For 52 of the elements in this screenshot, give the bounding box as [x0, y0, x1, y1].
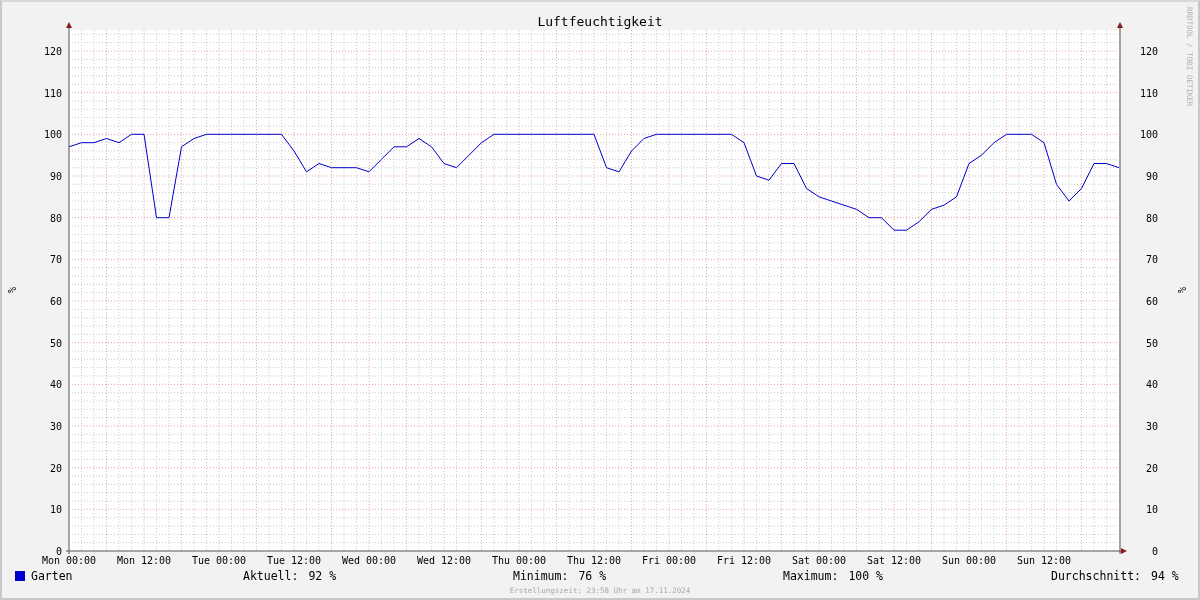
stat-value: 94 %: [1151, 568, 1179, 583]
axis-label: Fri 12:00: [716, 555, 772, 566]
stat-value: 76 %: [578, 568, 607, 583]
stat-value: 92 %: [308, 568, 337, 583]
stat-label: Maximum:: [783, 568, 839, 583]
axis-label: 90: [1145, 170, 1158, 182]
axis-label: 40: [1145, 379, 1158, 391]
stat-label: Minimum:: [513, 568, 569, 583]
axis-label: Mon 00:00: [41, 555, 97, 566]
axis-label: 110: [43, 87, 62, 99]
axis-label: 20: [49, 462, 62, 474]
axis-label: Sat 12:00: [866, 555, 922, 566]
axis-label: Wed 12:00: [416, 555, 472, 566]
axis-label: Fri 00:00: [641, 555, 697, 566]
axis-label: Tue 12:00: [266, 555, 322, 566]
stat-label: Durchschnitt:: [1051, 568, 1141, 583]
axis-label: Thu 00:00: [491, 555, 547, 566]
axis-label: 70: [49, 254, 62, 266]
axis-label: 30: [1145, 420, 1158, 432]
axis-label: 120: [1139, 45, 1158, 57]
axis-label: 50: [1145, 337, 1158, 349]
axis-label: 100: [1139, 129, 1158, 141]
stat-value: 100 %: [848, 568, 883, 583]
axis-label: Wed 00:00: [341, 555, 397, 566]
axis-label: Tue 00:00: [191, 555, 247, 566]
axis-label: 120: [43, 46, 62, 57]
axis-label: 30: [49, 421, 62, 432]
chart-title: Luftfeuchtigkeit: [537, 14, 663, 29]
stat-label: Aktuell:: [243, 568, 299, 583]
axis-label: 80: [1145, 212, 1158, 224]
axis-label: Mon 12:00: [116, 555, 172, 566]
axis-label: 110: [1139, 87, 1158, 99]
axis-label: 10: [1145, 504, 1158, 516]
axis-label: 40: [49, 379, 62, 391]
axis-label: Thu 12:00: [566, 555, 622, 566]
axis-label: 60: [1145, 295, 1158, 307]
axis-label: 90: [49, 171, 62, 182]
axis-title: %: [1176, 287, 1187, 293]
axis-label: 100: [43, 129, 62, 141]
axis-title: %: [6, 287, 17, 293]
axis-label: 20: [1145, 462, 1158, 474]
axis-label: 80: [49, 212, 62, 224]
axis-label: 50: [49, 337, 62, 349]
axis-label: Sat 00:00: [791, 555, 847, 566]
axis-label: Sun 12:00: [1016, 555, 1072, 566]
legend-label: Garten: [31, 568, 73, 583]
axis-label: 10: [49, 504, 62, 516]
axis-label: 70: [1145, 254, 1158, 266]
axis-label: 0: [1151, 546, 1158, 557]
axis-label: 60: [49, 296, 62, 307]
axis-label: 0: [55, 546, 62, 557]
axis-label: Sun 00:00: [941, 555, 997, 566]
